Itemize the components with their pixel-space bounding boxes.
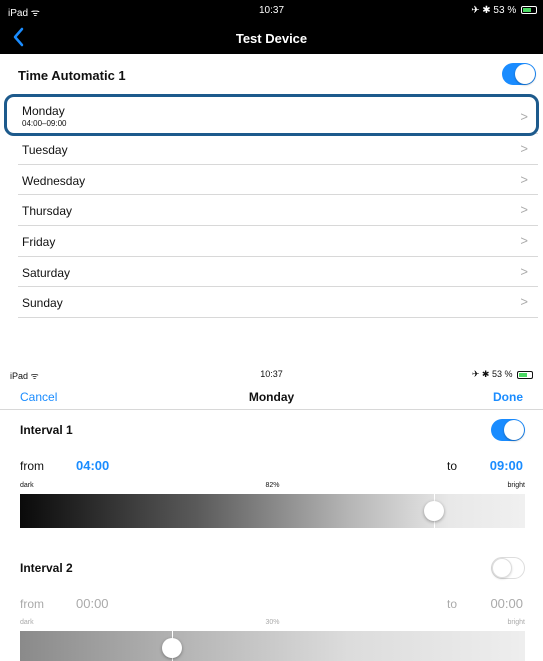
interval-1-brightness-slider[interactable] bbox=[20, 494, 525, 528]
to-label: to bbox=[447, 459, 458, 473]
schedule-toggle[interactable] bbox=[502, 63, 536, 85]
bright-label: bright bbox=[507, 482, 525, 489]
interval-1-to-time[interactable]: 09:00 bbox=[490, 458, 523, 473]
slider-thumb[interactable] bbox=[162, 638, 182, 658]
brightness-percent: 82% bbox=[265, 482, 280, 489]
navigation-bar: Test Device bbox=[0, 22, 543, 54]
chevron-right-icon: > bbox=[520, 263, 528, 279]
interval-2-time-row: from 00:00 to 00:00 bbox=[0, 594, 543, 614]
interval-2-scale-labels: dark 30% bright bbox=[20, 619, 525, 629]
day-name: Wednesday bbox=[22, 173, 86, 188]
interval-2-to-time[interactable]: 00:00 bbox=[490, 596, 523, 611]
interval-1-from-time[interactable]: 04:00 bbox=[76, 458, 109, 473]
battery-icon bbox=[517, 370, 533, 379]
from-label: from bbox=[20, 597, 44, 611]
day-name: Saturday bbox=[22, 265, 71, 280]
schedule-title: Time Automatic 1 bbox=[18, 68, 126, 83]
day-row-thursday[interactable]: Thursday > bbox=[18, 195, 538, 227]
chevron-right-icon: > bbox=[520, 294, 528, 310]
interval-1-title: Interval 1 bbox=[20, 423, 73, 437]
modal-navigation-bar: Cancel Monday Done bbox=[0, 384, 543, 410]
nav-title: Test Device bbox=[235, 31, 308, 46]
chevron-right-icon: > bbox=[520, 141, 528, 156]
interval-2-from-time[interactable]: 00:00 bbox=[76, 596, 109, 611]
from-label: from bbox=[20, 459, 44, 473]
slider-thumb[interactable] bbox=[424, 501, 444, 521]
toggle-knob bbox=[492, 558, 512, 578]
modal-title: Monday bbox=[248, 390, 295, 404]
schedule-header: Time Automatic 1 bbox=[0, 56, 543, 92]
interval-2-toggle[interactable] bbox=[491, 557, 525, 579]
interval-2-title: Interval 2 bbox=[20, 561, 73, 575]
interval-1-toggle[interactable] bbox=[491, 419, 525, 441]
day-row-tuesday[interactable]: Tuesday > bbox=[18, 134, 538, 165]
day-name: Tuesday bbox=[22, 143, 68, 157]
clock: 10:37 bbox=[260, 369, 283, 379]
chevron-right-icon: > bbox=[520, 202, 528, 218]
toggle-knob bbox=[504, 420, 524, 440]
to-label: to bbox=[447, 597, 458, 611]
day-name: Sunday bbox=[22, 296, 63, 311]
day-row-sunday[interactable]: Sunday > bbox=[18, 287, 538, 319]
status-text: ✈ ✱ 53 % bbox=[471, 5, 517, 16]
status-indicators: ✈ ✱ 53 % bbox=[471, 5, 537, 16]
status-indicators: ✈ ✱ 53 % bbox=[472, 369, 533, 380]
day-name: Friday bbox=[22, 235, 56, 250]
interval-2-brightness-slider[interactable] bbox=[20, 631, 525, 661]
day-row-friday[interactable]: Friday > bbox=[18, 226, 538, 257]
interval-1-time-row: from 04:00 to 09:00 bbox=[0, 456, 543, 476]
chevron-right-icon: > bbox=[520, 171, 528, 187]
brightness-percent: 30% bbox=[265, 619, 280, 626]
toggle-knob bbox=[515, 64, 535, 84]
day-row-saturday[interactable]: Saturday > bbox=[18, 257, 538, 288]
bright-label: bright bbox=[507, 619, 525, 626]
chevron-right-icon: > bbox=[520, 233, 528, 249]
clock: 10:37 bbox=[258, 5, 285, 16]
interval-1-scale-labels: dark 82% bright bbox=[20, 482, 525, 492]
battery-icon bbox=[521, 6, 537, 15]
done-button[interactable]: Done bbox=[493, 390, 523, 404]
day-row-wednesday[interactable]: Wednesday > bbox=[18, 165, 538, 196]
status-bar: iPad ᯤ 10:37 ✈ ✱ 53 % bbox=[0, 0, 543, 22]
status-text: ✈ ✱ 53 % bbox=[471, 369, 513, 379]
selection-highlight bbox=[4, 94, 539, 136]
day-name: Thursday bbox=[22, 204, 73, 219]
status-bar: iPad ᯤ 10:37 ✈ ✱ 53 % bbox=[0, 366, 543, 382]
